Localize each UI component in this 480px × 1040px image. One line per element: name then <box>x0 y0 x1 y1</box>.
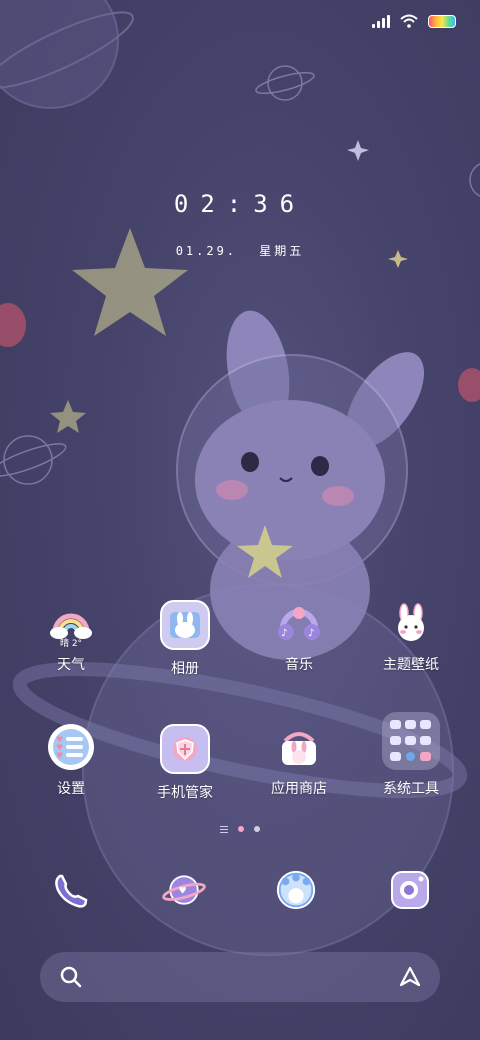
clock-date-row[interactable]: 01.29. 星期五 <box>0 242 480 259</box>
app-label: 主题壁纸 <box>383 657 439 673</box>
svg-text:♥: ♥ <box>179 886 187 897</box>
battery-icon <box>428 14 456 28</box>
app-music[interactable]: ♪ ♪ 音乐 <box>244 600 354 674</box>
music-headphones-icon: ♪ ♪ <box>276 600 322 646</box>
app-label: 手机管家 <box>157 785 213 801</box>
weather-rainbow-icon: 晴 2° <box>48 600 94 649</box>
page-dot[interactable] <box>254 826 260 832</box>
search-icon[interactable] <box>60 966 82 988</box>
app-gallery[interactable]: 相册 <box>130 600 240 678</box>
gallery-bunny-icon <box>160 600 210 650</box>
app-weather[interactable]: 晴 2° 天气 <box>16 600 126 674</box>
planet-decoration <box>0 0 134 109</box>
signal-icon <box>372 14 390 28</box>
themes-bunny-icon <box>388 600 434 646</box>
search-bar[interactable] <box>40 952 440 1002</box>
app-label: 相册 <box>171 661 199 677</box>
clock-time[interactable]: 02:36 <box>0 190 480 218</box>
app-settings[interactable]: ♥ ♥ ♥ 设置 <box>16 724 126 798</box>
app-label: 设置 <box>57 781 85 797</box>
app-security[interactable]: 手机管家 <box>130 724 240 802</box>
app-label: 天气 <box>57 657 85 673</box>
assistant-icon[interactable] <box>398 965 422 989</box>
date-text: 01.29. <box>175 244 238 258</box>
phone-icon[interactable] <box>48 868 92 912</box>
camera-icon[interactable] <box>388 868 432 912</box>
status-bar <box>372 10 456 32</box>
app-label: 应用商店 <box>271 781 327 797</box>
svg-text:♪: ♪ <box>308 628 314 639</box>
browser-bunny-icon[interactable] <box>274 868 318 912</box>
system-tools-folder-icon <box>382 712 440 770</box>
page-indicator[interactable] <box>0 825 480 833</box>
svg-text:♪: ♪ <box>281 628 287 639</box>
app-label: 音乐 <box>285 657 313 673</box>
app-system-tools-folder[interactable]: 系统工具 <box>356 712 466 798</box>
page-dot-active[interactable] <box>238 826 244 832</box>
security-shield-icon <box>160 724 210 774</box>
app-themes[interactable]: 主题壁纸 <box>356 600 466 674</box>
app-store-bunny-icon <box>276 724 322 770</box>
app-store[interactable]: 应用商店 <box>244 724 354 798</box>
page-list-icon[interactable] <box>220 825 228 833</box>
settings-hearts-icon: ♥ ♥ ♥ <box>48 724 94 770</box>
wifi-icon <box>400 14 418 28</box>
messages-planet-icon[interactable]: ♥ <box>162 868 206 912</box>
app-label: 系统工具 <box>383 781 439 797</box>
weather-summary: 晴 2° <box>59 639 83 649</box>
svg-text:♥: ♥ <box>56 751 63 760</box>
weekday-text: 星期五 <box>259 244 305 258</box>
